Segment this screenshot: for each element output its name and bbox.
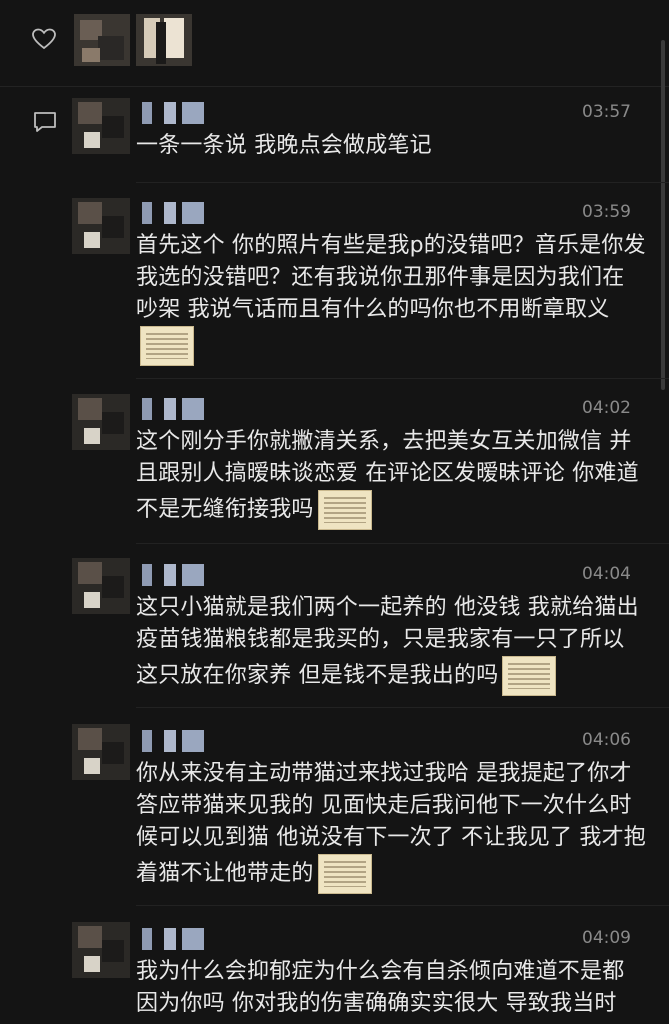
commenter-avatar[interactable]: [72, 922, 130, 978]
image-attachment[interactable]: [317, 490, 372, 530]
comment-text: 你从来没有主动带猫过来找过我哈 是我提起了你才答应带猫来见我的 见面快走后我问他…: [136, 758, 646, 894]
commenter-avatar[interactable]: [72, 558, 130, 614]
commenter-avatar[interactable]: [72, 394, 130, 450]
liker-avatar[interactable]: [136, 14, 192, 66]
comment-text: 一条一条说 我晚点会做成笔记: [136, 133, 432, 158]
commenter-avatar[interactable]: [72, 98, 130, 154]
image-attachment[interactable]: [140, 326, 194, 366]
comment-time: 03:57: [582, 102, 631, 122]
divider: [136, 707, 669, 708]
commenter-name[interactable]: [142, 730, 212, 752]
comment-time: 04:09: [582, 928, 631, 948]
scrollbar[interactable]: [661, 40, 665, 390]
comment-time: 04:02: [582, 398, 631, 418]
heart-icon[interactable]: [32, 28, 56, 50]
divider: [136, 182, 669, 183]
commenter-name[interactable]: [142, 398, 212, 420]
image-attachment[interactable]: [502, 656, 557, 696]
commenter-avatar[interactable]: [72, 724, 130, 780]
image-attachment[interactable]: [317, 854, 372, 894]
divider: [136, 378, 669, 379]
comment-time: 04:04: [582, 564, 631, 584]
comment-text: 我为什么会抑郁症为什么会有自杀倾向难道不是都因为你吗 你对我的伤害确确实实很大 …: [136, 959, 625, 1016]
commenter-name[interactable]: [142, 102, 212, 124]
divider: [0, 86, 669, 87]
divider: [136, 543, 669, 544]
commenter-name[interactable]: [142, 564, 212, 586]
liker-avatar[interactable]: [74, 14, 130, 66]
comment-time: 03:59: [582, 202, 631, 222]
comment-text: 这只小猫就是我们两个一起养的 他没钱 我就给猫出疫苗钱猫粮钱都是我买的，只是我家…: [136, 592, 646, 696]
divider: [136, 905, 669, 906]
commenter-avatar[interactable]: [72, 198, 130, 254]
comment-text: 首先这个 你的照片有些是我p的没错吧？音乐是你发我选的没错吧？还有我说你丑那件事…: [136, 230, 646, 366]
comment-text: 这个刚分手你就撇清关系，去把美女互关加微信 并且跟别人搞暧昧谈恋爱 在评论区发暧…: [136, 426, 646, 530]
comment-icon[interactable]: [33, 110, 57, 134]
commenter-name[interactable]: [142, 202, 212, 224]
commenter-name[interactable]: [142, 928, 212, 950]
comment-time: 04:06: [582, 730, 631, 750]
likes-row: [0, 0, 669, 80]
